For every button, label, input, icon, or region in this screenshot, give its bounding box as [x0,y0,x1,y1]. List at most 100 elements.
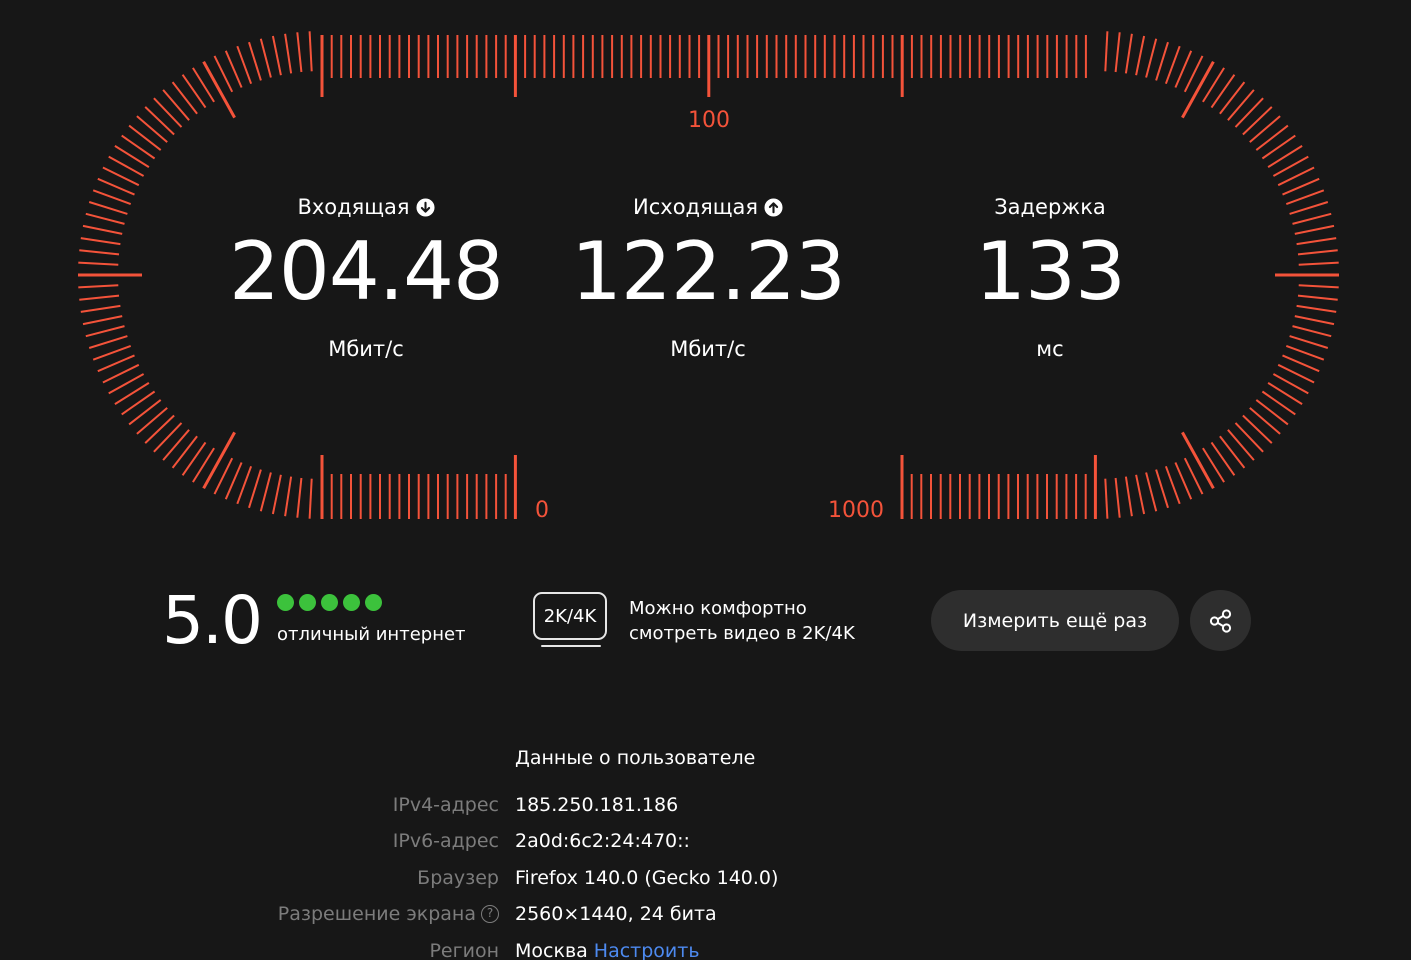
gauge-tick [1135,35,1146,76]
gauge-tick [1292,212,1332,225]
upload-metric: Исходящая 122.23 Мбит/с [528,192,888,364]
gauge-tick [1298,261,1339,266]
gauge-tick [284,476,293,517]
gauge-tick [1289,201,1329,215]
gauge-tick [1124,33,1133,74]
gauge-tick [308,31,313,72]
upload-unit: Мбит/с [670,337,746,361]
gauge-tick [1242,414,1273,444]
gauge-tick [128,124,162,151]
gauge-tick [88,201,128,215]
gauge-tick [153,422,183,453]
gauge-tick [121,390,156,416]
gauge-tick [162,89,190,121]
latency-metric: Задержка 133 мс [870,192,1230,364]
share-button[interactable] [1190,590,1251,651]
gauge-tick [1297,294,1338,301]
rating-dot [343,594,360,611]
video-quality-badge: 2K/4K [533,592,607,640]
resolution-label-text: Разрешение экрана [277,903,476,925]
gauge-tick [1145,472,1158,512]
rating-dots [277,594,382,611]
latency-value: 133 [975,225,1126,318]
gauge-tick [85,212,125,225]
gauge-tick [181,441,207,476]
gauge-tick [296,32,303,73]
resolution-value: 2560×1440, 24 бита [515,903,717,925]
arrow-up-circle-icon [764,197,783,217]
download-value: 204.48 [229,225,504,318]
gauge-tick [1124,476,1133,517]
gauge-tick [1255,399,1289,426]
upload-value: 122.23 [571,225,846,318]
browser-label: Браузер [417,863,499,893]
retest-button-label: Измерить ещё раз [962,609,1148,632]
rating-description: отличный интернет [277,624,466,645]
gauge-major-tick [1181,60,1215,119]
question-circle-icon[interactable]: ? [481,905,499,923]
browser-label-text: Браузер [417,867,499,889]
upload-title-text: Исходящая [633,195,758,219]
user-info-row-resolution: Разрешение экрана ? 2560×1440, 24 бита [0,899,1411,929]
arrow-down-circle-icon [416,197,435,217]
video-quality-line-1: Можно комфортно [629,598,807,619]
download-title: Входящая [186,192,546,222]
gauge-tick [1135,474,1146,515]
region-value-wrap: Москва Настроить [515,936,700,960]
gauge-tick [1234,97,1264,128]
gauge-tick [78,261,119,266]
gauge-tick [136,407,168,435]
gauge-tick [259,38,272,78]
gauge-tick [1242,106,1273,136]
rating-dot [365,594,382,611]
gauge-tick [1261,390,1296,416]
gauge-tick [153,97,183,128]
gauge-tick [171,81,198,115]
region-value: Москва [515,940,588,960]
rating-dot [277,594,294,611]
resolution-label: Разрешение экрана ? [278,899,499,929]
user-info-row-browser: Браузер Firefox 140.0 (Gecko 140.0) [0,863,1411,893]
rating-dot [299,594,316,611]
gauge-tick [248,469,262,509]
gauge-label-100: 100 [688,108,730,133]
region-label: Регион [429,936,499,960]
gauge-tick [181,74,207,109]
gauge-tick [1294,224,1335,235]
gauge-tick [92,189,132,206]
gauge-tick [1285,344,1325,361]
gauge-tick [1210,441,1236,476]
gauge-tick [171,435,198,469]
gauge-tick [121,134,156,160]
ipv4-label-text: IPv4-адрес [392,794,499,816]
gauge-tick [1297,249,1338,256]
region-settings-link[interactable]: Настроить [594,940,700,960]
gauge-tick [1104,478,1109,519]
gauge-tick [1155,41,1169,81]
gauge-tick [82,315,123,326]
download-title-text: Входящая [297,195,410,219]
gauge-tick [1296,237,1337,246]
monitor-stand [541,645,601,647]
gauge-tick [1114,477,1121,518]
gauge-tick [1289,335,1329,349]
gauge-tick [80,237,121,246]
gauge-tick [1296,304,1337,313]
latency-title: Задержка [870,192,1230,222]
gauge-tick [284,33,293,74]
gauge-tick [1219,435,1246,469]
gauge-tick [82,224,123,235]
gauge-tick [1292,325,1332,338]
retest-button[interactable]: Измерить ещё раз [931,590,1179,651]
gauge-tick [1210,74,1236,109]
gauge-tick [236,45,253,85]
gauge-tick [144,414,175,444]
user-info-heading: Данные о пользователе [515,747,756,769]
gauge-tick [259,472,272,512]
gauge-tick [1145,38,1158,78]
rating-score: 5.0 [162,582,263,659]
video-quality-icon: 2K/4K [533,592,609,650]
latency-unit: мс [1036,337,1064,361]
gauge-tick [1219,81,1246,115]
gauge-tick [1249,407,1281,435]
